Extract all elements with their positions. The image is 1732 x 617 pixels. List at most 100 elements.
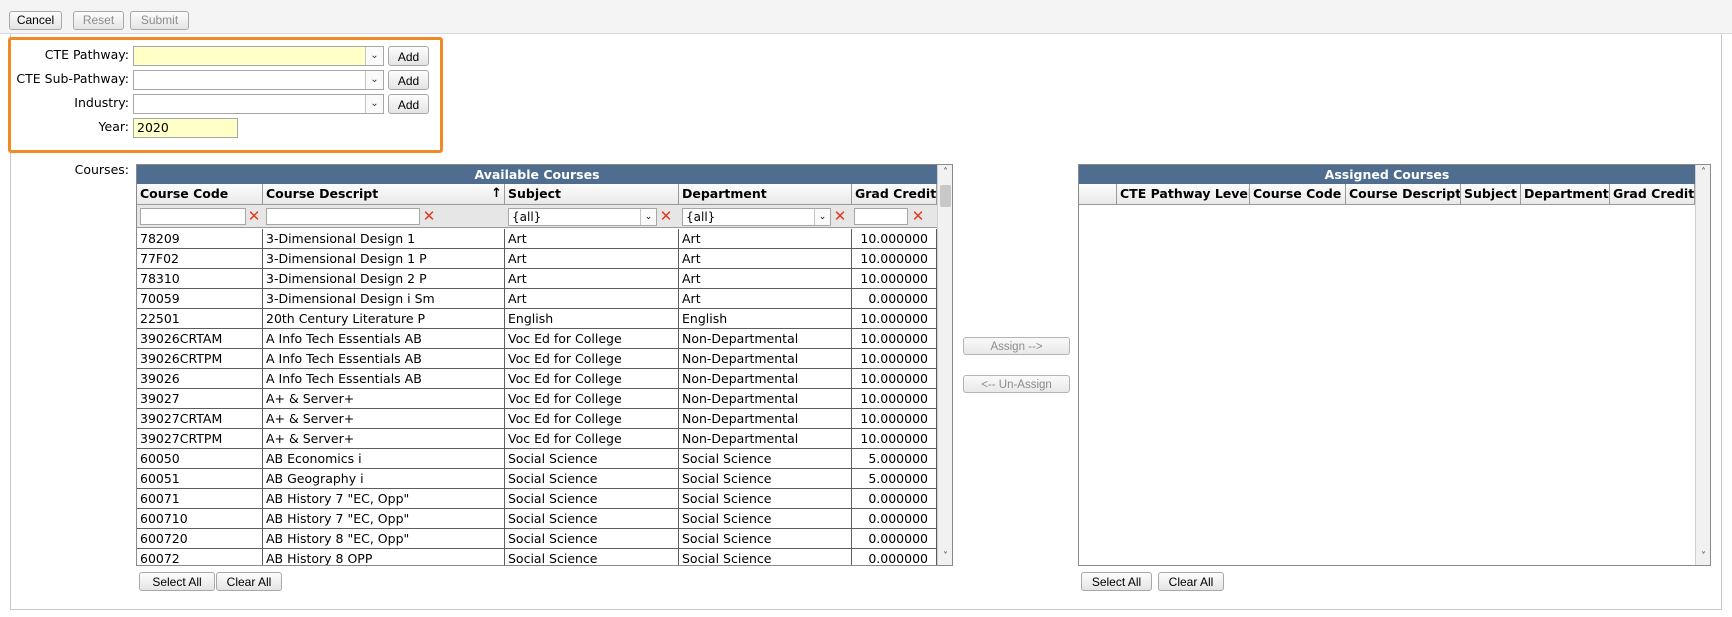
cell-course-descript: A+ & Server+ bbox=[263, 429, 505, 449]
table-row[interactable]: 78310 3-Dimensional Design 2 P Art Art 10.00… bbox=[137, 269, 937, 289]
cell-course-descript: 3-Dimensional Design i Sm bbox=[263, 289, 505, 309]
scroll-up-icon[interactable]: ˄ bbox=[1696, 165, 1710, 181]
cell-course-code: 39027CRTPM bbox=[137, 429, 263, 449]
cell-course-code: 60072 bbox=[137, 549, 263, 565]
column-header-course-code[interactable]: Course Code bbox=[1250, 184, 1346, 205]
cell-subject: Social Science bbox=[505, 469, 679, 489]
grad-credit-filter[interactable] bbox=[854, 208, 908, 225]
table-row[interactable]: 70059 3-Dimensional Design i Sm Art Art 0.00… bbox=[137, 289, 937, 309]
cell-grad-credit: 10.000000 bbox=[852, 409, 937, 429]
cell-course-descript: A+ & Server+ bbox=[263, 389, 505, 409]
table-row[interactable]: 39026CRTPM A Info Tech Essentials AB Voc E… bbox=[137, 349, 937, 369]
cell-grad-credit: 0.000000 bbox=[852, 289, 937, 309]
column-header-subject[interactable]: Subject bbox=[1461, 184, 1521, 205]
column-header-cte-pathway-level[interactable]: CTE Pathway Level bbox=[1117, 184, 1250, 205]
table-row[interactable]: 60051 AB Geography i Social Science Social … bbox=[137, 469, 937, 489]
cell-course-code: 22501 bbox=[137, 309, 263, 329]
add-industry-button[interactable]: Add bbox=[388, 94, 429, 114]
cell-course-descript: AB History 8 "EC, Opp" bbox=[263, 529, 505, 549]
cell-subject: Social Science bbox=[505, 449, 679, 469]
column-header-course-code[interactable]: Course Code bbox=[137, 184, 263, 205]
cell-grad-credit: 0.000000 bbox=[852, 489, 937, 509]
column-header-subject[interactable]: Subject bbox=[505, 184, 679, 205]
clear-filter-icon[interactable]: ✕ bbox=[659, 208, 673, 224]
course-code-filter[interactable] bbox=[140, 208, 246, 225]
cell-grad-credit: 10.000000 bbox=[852, 389, 937, 409]
cell-grad-credit: 5.000000 bbox=[852, 469, 937, 489]
cell-subject: Social Science bbox=[505, 529, 679, 549]
cell-grad-credit: 0.000000 bbox=[852, 529, 937, 549]
scroll-thumb[interactable] bbox=[940, 185, 951, 207]
cell-subject: Social Science bbox=[505, 489, 679, 509]
cell-department: Non-Departmental bbox=[679, 369, 852, 389]
reset-button[interactable]: Reset bbox=[73, 11, 124, 30]
column-header-department[interactable]: Department bbox=[679, 184, 852, 205]
cell-department: Non-Departmental bbox=[679, 349, 852, 369]
assigned-clear-all-button[interactable]: Clear All bbox=[1158, 572, 1224, 591]
cell-department: Non-Departmental bbox=[679, 329, 852, 349]
cell-course-code: 39027CRTAM bbox=[137, 409, 263, 429]
department-filter[interactable]: {all} ⌄ bbox=[682, 208, 831, 226]
scroll-down-icon[interactable]: ˅ bbox=[1696, 549, 1710, 565]
scroll-up-icon[interactable]: ˄ bbox=[938, 165, 952, 181]
clear-filter-icon[interactable]: ✕ bbox=[247, 208, 261, 224]
table-row[interactable]: 600710 AB History 7 "EC, Opp" Social Scien… bbox=[137, 509, 937, 529]
cell-department: Art bbox=[679, 269, 852, 289]
subject-filter[interactable]: {all} ⌄ bbox=[508, 208, 657, 226]
clear-filter-icon[interactable]: ✕ bbox=[911, 208, 925, 224]
cte-subpathway-select[interactable]: ⌄ bbox=[133, 70, 384, 90]
assign-button[interactable]: Assign --> bbox=[963, 337, 1070, 355]
available-clear-all-button[interactable]: Clear All bbox=[216, 572, 282, 591]
year-input[interactable]: 2020 bbox=[133, 118, 238, 138]
table-row[interactable]: 600720 AB History 8 "EC, Opp" Social Scien… bbox=[137, 529, 937, 549]
cell-grad-credit: 10.000000 bbox=[852, 329, 937, 349]
assigned-scrollbar[interactable]: ˄ ˅ bbox=[1695, 165, 1710, 565]
table-row[interactable]: 22501 20th Century Literature P English Eng… bbox=[137, 309, 937, 329]
clear-filter-icon[interactable]: ✕ bbox=[833, 208, 847, 224]
table-row[interactable]: 60050 AB Economics i Social Science Social … bbox=[137, 449, 937, 469]
table-row[interactable]: 39027 A+ & Server+ Voc Ed for College Non-D… bbox=[137, 389, 937, 409]
submit-button[interactable]: Submit bbox=[130, 11, 189, 30]
cell-course-descript: AB Geography i bbox=[263, 469, 505, 489]
cte-subpathway-label: CTE Sub-Pathway: bbox=[16, 71, 129, 86]
add-cte-subpathway-button[interactable]: Add bbox=[388, 70, 429, 90]
industry-select[interactable]: ⌄ bbox=[133, 94, 384, 114]
column-header-select[interactable] bbox=[1079, 184, 1117, 205]
unassign-button[interactable]: <-- Un-Assign bbox=[963, 375, 1070, 393]
column-header-department[interactable]: Department bbox=[1521, 184, 1610, 205]
assigned-select-all-button[interactable]: Select All bbox=[1081, 572, 1152, 591]
table-row[interactable]: 39027CRTPM A+ & Server+ Voc Ed for College… bbox=[137, 429, 937, 449]
cell-course-descript: AB History 7 "EC, Opp" bbox=[263, 509, 505, 529]
table-row[interactable]: 39026 A Info Tech Essentials AB Voc Ed for… bbox=[137, 369, 937, 389]
cell-subject: Art bbox=[505, 289, 679, 309]
available-courses-grid: Available Courses Course Code Course Desc… bbox=[136, 164, 953, 566]
cell-department: Non-Departmental bbox=[679, 429, 852, 449]
table-row[interactable]: 78209 3-Dimensional Design 1 Art Art 10.0000… bbox=[137, 229, 937, 249]
cell-course-code: 39027 bbox=[137, 389, 263, 409]
chevron-down-icon: ⌄ bbox=[365, 47, 383, 65]
cell-subject: Art bbox=[505, 249, 679, 269]
column-header-course-descript[interactable]: Course Descript bbox=[1346, 184, 1461, 205]
cte-pathway-select[interactable]: ⌄ bbox=[133, 46, 384, 66]
course-descript-filter[interactable] bbox=[266, 208, 420, 225]
available-scrollbar[interactable]: ˄ ˅ bbox=[937, 165, 952, 565]
table-row[interactable]: 60072 AB History 8 OPP Social Science Socia… bbox=[137, 549, 937, 565]
column-header-grad-credit[interactable]: Grad Credit bbox=[1610, 184, 1695, 205]
column-header-course-descript[interactable]: Course Descript ↑ bbox=[263, 184, 505, 205]
cancel-button[interactable]: Cancel bbox=[9, 11, 62, 30]
toolbar: Cancel Reset Submit bbox=[0, 0, 1732, 34]
scroll-down-icon[interactable]: ˅ bbox=[938, 549, 952, 565]
cell-department: Social Science bbox=[679, 489, 852, 509]
table-row[interactable]: 39027CRTAM A+ & Server+ Voc Ed for College… bbox=[137, 409, 937, 429]
cell-course-descript: AB History 8 OPP bbox=[263, 549, 505, 565]
cell-department: Art bbox=[679, 229, 852, 249]
table-row[interactable]: 39026CRTAM A Info Tech Essentials AB Voc E… bbox=[137, 329, 937, 349]
table-row[interactable]: 60071 AB History 7 "EC, Opp" Social Scienc… bbox=[137, 489, 937, 509]
column-header-grad-credit[interactable]: Grad Credit bbox=[852, 184, 937, 205]
available-select-all-button[interactable]: Select All bbox=[139, 572, 215, 591]
cell-grad-credit: 10.000000 bbox=[852, 369, 937, 389]
cell-course-descript: AB Economics i bbox=[263, 449, 505, 469]
clear-filter-icon[interactable]: ✕ bbox=[422, 208, 436, 224]
table-row[interactable]: 77F02 3-Dimensional Design 1 P Art Art 10.00… bbox=[137, 249, 937, 269]
add-cte-pathway-button[interactable]: Add bbox=[388, 46, 429, 66]
